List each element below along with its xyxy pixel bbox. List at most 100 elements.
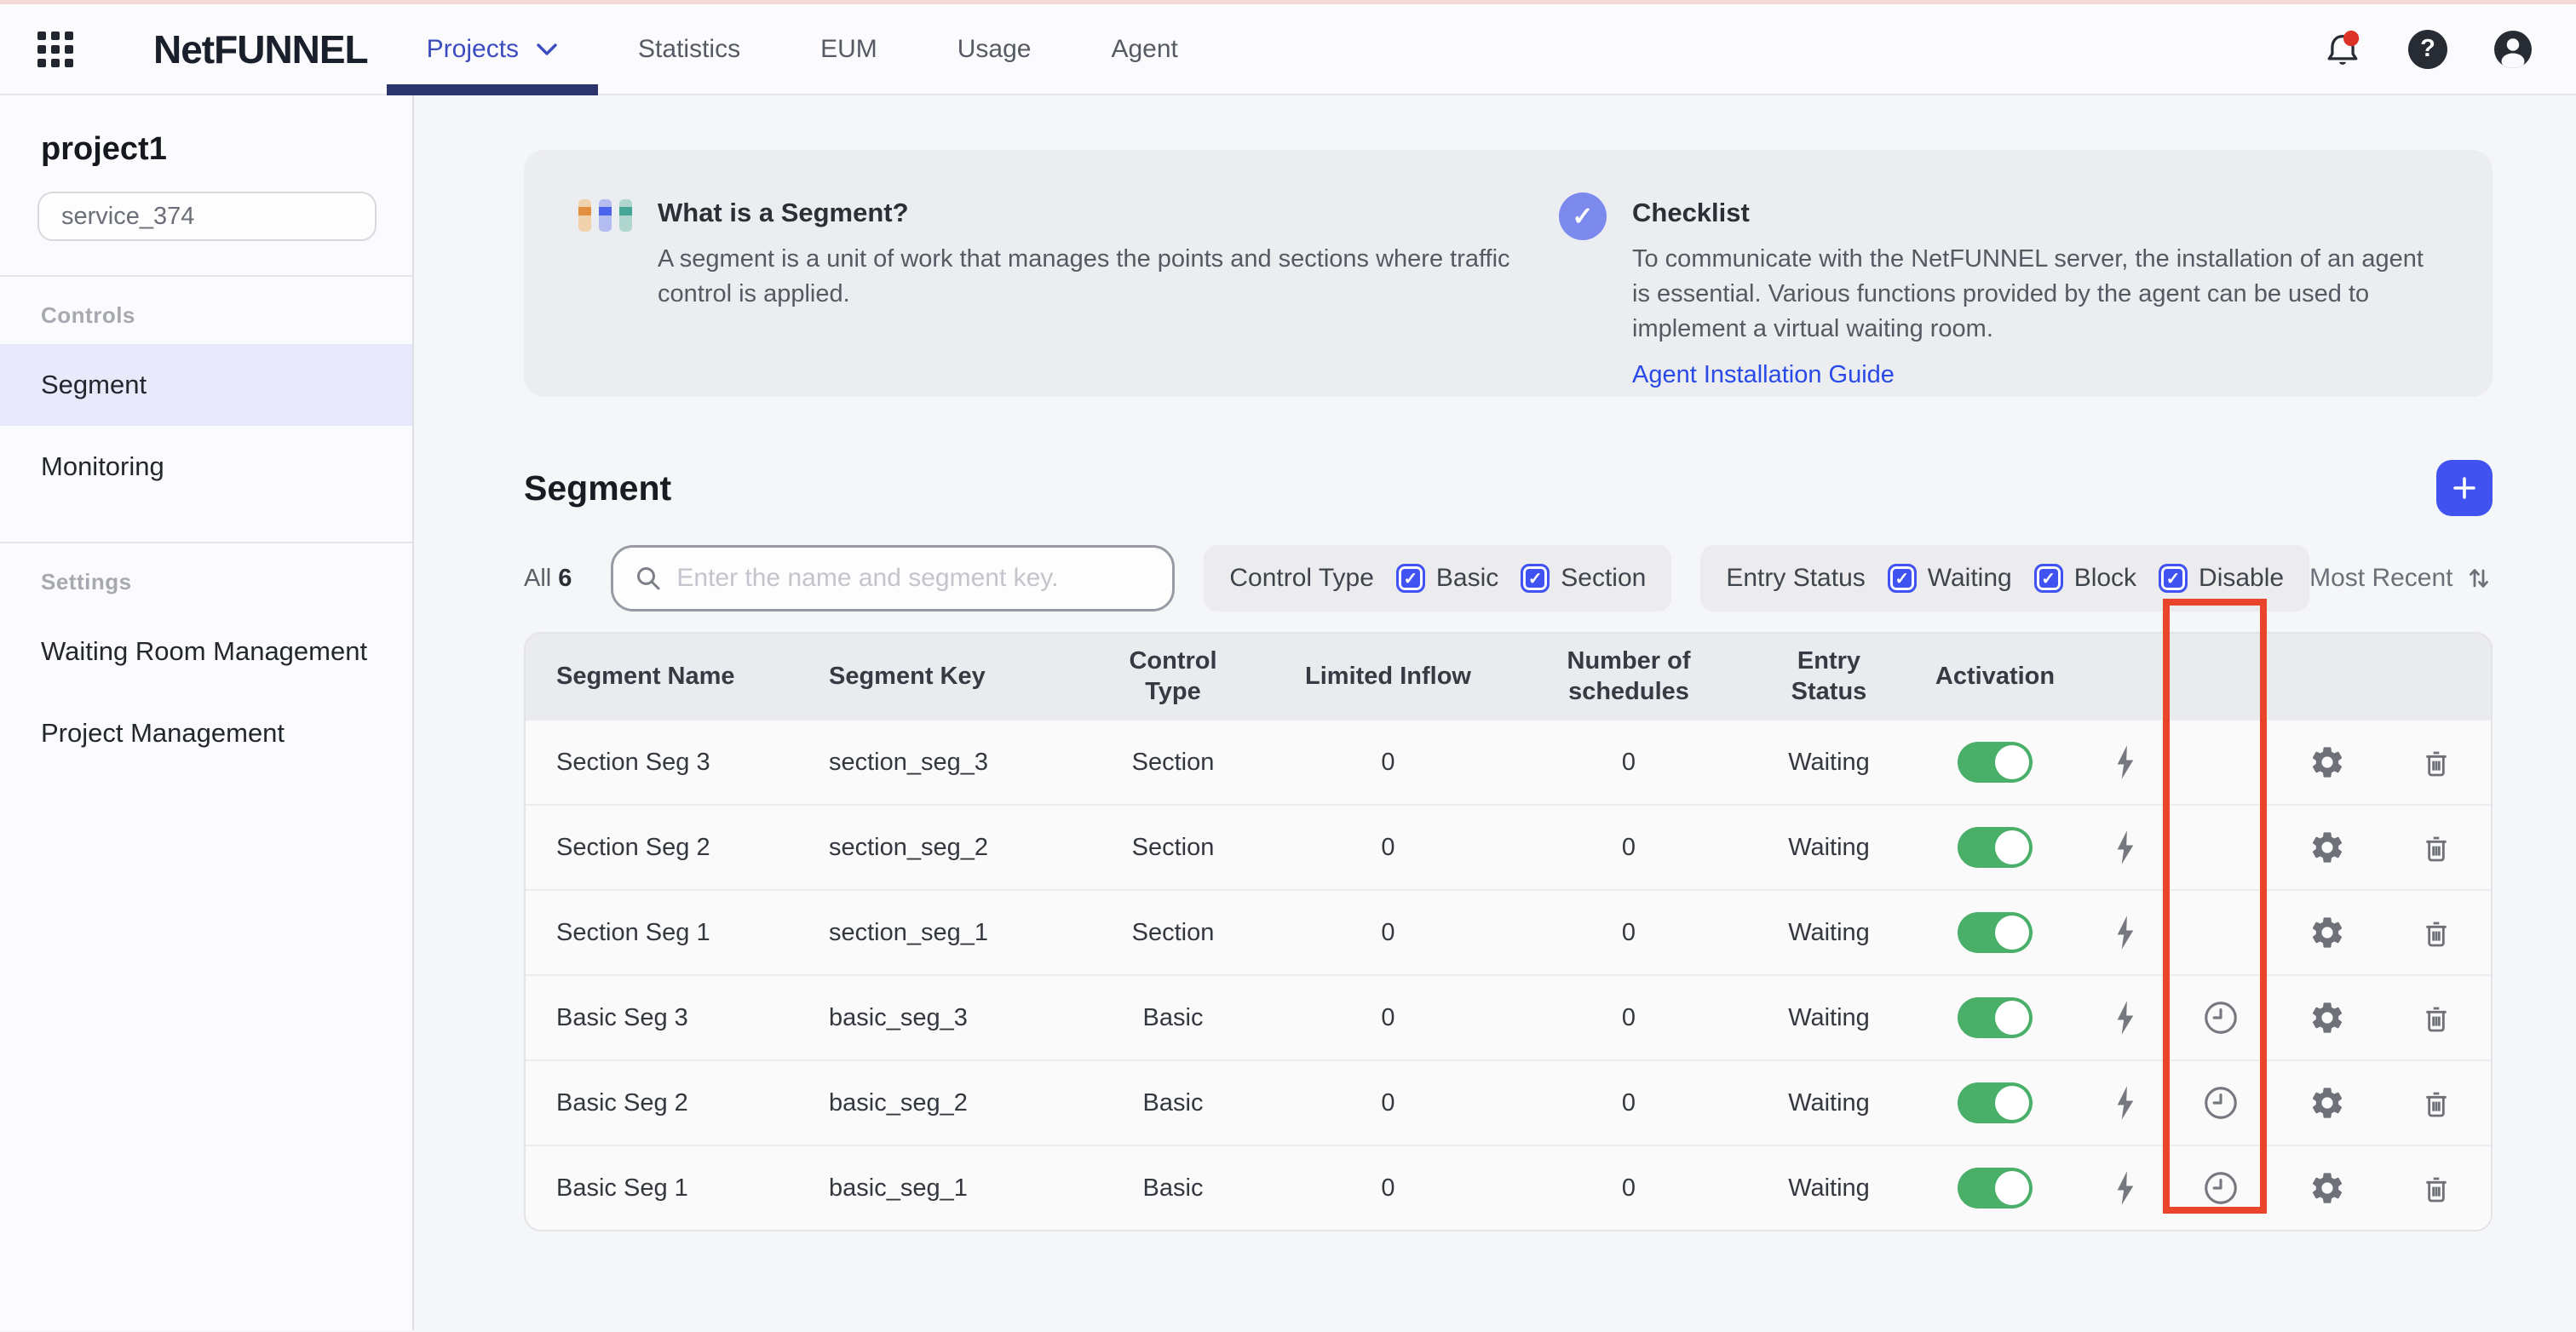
filter-checkbox-disable[interactable]: ✓ Disable <box>2159 564 2284 593</box>
quick-control-button[interactable] <box>2107 1165 2143 1211</box>
activation-toggle[interactable] <box>1958 1082 2033 1123</box>
checkbox-checked-icon: ✓ <box>2034 564 2063 593</box>
gear-icon <box>2309 999 2346 1036</box>
limited-inflow: 0 <box>1267 749 1509 777</box>
agent-installation-guide-link[interactable]: Agent Installation Guide <box>1632 361 1895 389</box>
quick-control-button[interactable] <box>2107 995 2143 1041</box>
search-input[interactable] <box>676 564 1152 593</box>
segment-name: Section Seg 3 <box>526 749 798 777</box>
activation-toggle[interactable] <box>1958 912 2033 953</box>
nav-statistics[interactable]: Statistics <box>598 4 780 94</box>
entry-status-filter: Entry Status ✓ Waiting ✓ Block ✓ Disable <box>1700 545 2309 611</box>
trash-icon <box>2419 1086 2453 1120</box>
main-content: What is a Segment? A segment is a unit o… <box>414 95 2576 1330</box>
segment-table: Segment Name Segment Key Control Type Li… <box>524 632 2493 1232</box>
nav-usage[interactable]: Usage <box>917 4 1072 94</box>
nav-projects[interactable]: Projects <box>387 4 598 94</box>
activation-toggle[interactable] <box>1958 997 2033 1038</box>
trash-icon <box>2419 830 2453 864</box>
schedules-count: 0 <box>1509 749 1748 777</box>
settings-button[interactable] <box>2303 1164 2351 1212</box>
filter-checkbox-basic[interactable]: ✓ Basic <box>1396 564 1498 593</box>
col-limited-inflow: Limited Inflow <box>1267 661 1509 692</box>
checkbox-checked-icon: ✓ <box>1521 564 1550 593</box>
segment-info-title: What is a Segment? <box>658 198 1527 228</box>
plus-icon <box>2451 474 2478 502</box>
sort-control[interactable]: Most Recent <box>2309 564 2492 593</box>
entry-status: Waiting <box>1748 834 1910 862</box>
lightning-icon <box>2113 1085 2138 1121</box>
quick-control-button[interactable] <box>2107 739 2143 785</box>
filter-checkbox-section[interactable]: ✓ Section <box>1521 564 1646 593</box>
segment-name: Basic Seg 2 <box>526 1089 798 1117</box>
notifications-bell-icon[interactable] <box>2322 29 2363 70</box>
lightning-icon <box>2113 1000 2138 1036</box>
control-type: Section <box>1079 749 1267 777</box>
segment-key: basic_seg_1 <box>798 1174 1079 1203</box>
delete-button[interactable] <box>2414 825 2458 870</box>
schedules-count: 0 <box>1509 1004 1748 1032</box>
delete-button[interactable] <box>2414 740 2458 784</box>
segment-name: Section Seg 2 <box>526 834 798 862</box>
sidebar-item-project-management[interactable]: Project Management <box>0 692 412 774</box>
activation-toggle[interactable] <box>1958 827 2033 868</box>
col-control-type: Control Type <box>1079 646 1267 708</box>
chevron-down-icon <box>536 43 558 56</box>
service-selector[interactable]: service_374 <box>37 192 377 241</box>
control-type: Basic <box>1079 1004 1267 1032</box>
schedule-button[interactable] <box>2196 993 2245 1042</box>
col-segment-key: Segment Key <box>798 661 1079 692</box>
limited-inflow: 0 <box>1267 1174 1509 1203</box>
settings-button[interactable] <box>2303 824 2351 871</box>
entry-status: Waiting <box>1748 1089 1910 1117</box>
lightning-icon <box>2113 1170 2138 1206</box>
help-icon[interactable]: ? <box>2407 29 2448 70</box>
schedule-button[interactable] <box>2196 1078 2245 1128</box>
filter-checkbox-waiting[interactable]: ✓ Waiting <box>1888 564 2012 593</box>
main-nav: Projects Statistics EUM Usage Agent <box>387 4 1218 94</box>
delete-button[interactable] <box>2414 910 2458 955</box>
add-segment-button[interactable] <box>2436 460 2493 516</box>
segment-key: section_seg_2 <box>798 834 1079 862</box>
sidebar-item-segment[interactable]: Segment <box>0 344 412 426</box>
nav-eum[interactable]: EUM <box>780 4 917 94</box>
trash-icon <box>2419 916 2453 950</box>
segment-key: basic_seg_3 <box>798 1004 1079 1032</box>
page-title: Segment <box>524 468 671 508</box>
schedule-button[interactable] <box>2196 1163 2245 1213</box>
settings-button[interactable] <box>2303 738 2351 786</box>
settings-button[interactable] <box>2303 994 2351 1042</box>
trash-icon <box>2419 1001 2453 1035</box>
gear-icon <box>2309 914 2346 951</box>
quick-control-button[interactable] <box>2107 824 2143 870</box>
control-type: Basic <box>1079 1174 1267 1203</box>
delete-button[interactable] <box>2414 1081 2458 1125</box>
entry-status: Waiting <box>1748 919 1910 947</box>
segment-key: section_seg_1 <box>798 919 1079 947</box>
nav-agent[interactable]: Agent <box>1071 4 1217 94</box>
sidebar-item-waiting-room-management[interactable]: Waiting Room Management <box>0 611 412 692</box>
sidebar-item-monitoring[interactable]: Monitoring <box>0 426 412 508</box>
delete-button[interactable] <box>2414 996 2458 1040</box>
quick-control-button[interactable] <box>2107 910 2143 956</box>
segment-bars-icon <box>578 199 632 397</box>
app-launcher-icon[interactable] <box>37 32 73 67</box>
activation-toggle[interactable] <box>1958 742 2033 783</box>
project-title: project1 <box>41 131 412 168</box>
limited-inflow: 0 <box>1267 919 1509 947</box>
segment-info-block: What is a Segment? A segment is a unit o… <box>524 198 1559 397</box>
col-segment-name: Segment Name <box>526 661 798 692</box>
segment-name: Section Seg 1 <box>526 919 798 947</box>
info-card: What is a Segment? A segment is a unit o… <box>524 150 2493 397</box>
segment-key: section_seg_3 <box>798 749 1079 777</box>
quick-control-button[interactable] <box>2107 1080 2143 1126</box>
delete-button[interactable] <box>2414 1166 2458 1210</box>
account-avatar-icon[interactable] <box>2493 29 2533 70</box>
netfunnel-logo: NetFUNNEL <box>153 26 368 72</box>
settings-button[interactable] <box>2303 1079 2351 1127</box>
filter-checkbox-block[interactable]: ✓ Block <box>2034 564 2136 593</box>
activation-toggle[interactable] <box>1958 1168 2033 1209</box>
settings-button[interactable] <box>2303 909 2351 956</box>
search-icon <box>634 564 663 593</box>
segment-info-description: A segment is a unit of work that manages… <box>658 242 1527 312</box>
